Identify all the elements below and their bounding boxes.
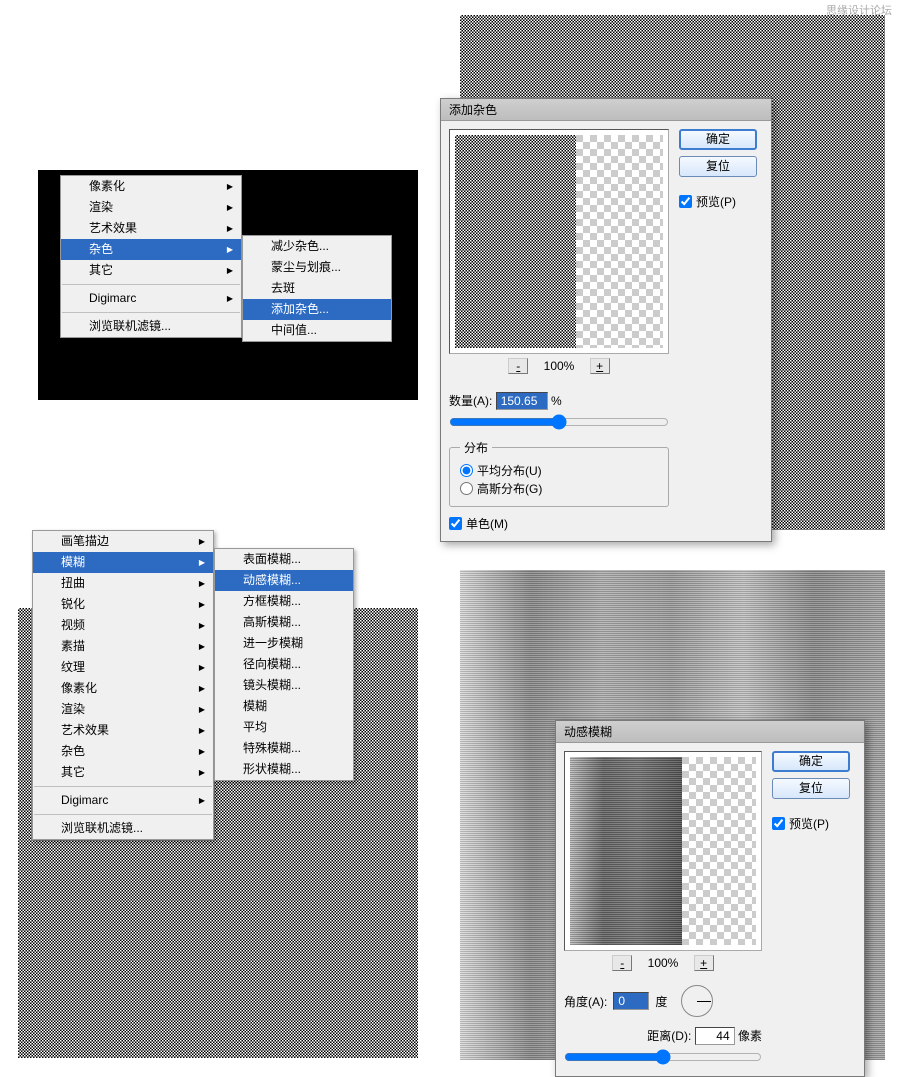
preview-box [449, 129, 669, 354]
menu-item[interactable]: 锐化 [33, 594, 213, 615]
menu-item-blur[interactable]: 模糊 [33, 552, 213, 573]
submenu-item[interactable]: 形状模糊... [215, 759, 353, 780]
submenu-item[interactable]: 减少杂色... [243, 236, 391, 257]
preview-checkbox[interactable]: 预览(P) [772, 815, 829, 832]
amount-input[interactable]: 150.65 [496, 392, 548, 410]
menu-separator [34, 786, 212, 787]
menu-item[interactable]: 画笔描边 [33, 531, 213, 552]
submenu-item[interactable]: 进一步模糊 [215, 633, 353, 654]
distance-input[interactable]: 44 [695, 1027, 735, 1045]
submenu-item[interactable]: 蒙尘与划痕... [243, 257, 391, 278]
angle-unit: 度 [655, 993, 667, 1010]
menu-item[interactable]: 艺术效果 [33, 720, 213, 741]
distance-unit: 像素 [738, 1029, 762, 1043]
submenu-item[interactable]: 方框模糊... [215, 591, 353, 612]
mono-checkbox[interactable]: 单色(M) [449, 515, 508, 532]
angle-input[interactable]: 0 [613, 992, 649, 1010]
amount-label: 数量(A): [449, 394, 492, 408]
motion-blur-dialog: 动感模糊 - 100% + 角度(A): 0 度 [555, 720, 865, 1077]
zoom-in-button[interactable]: + [694, 955, 714, 971]
zoom-level: 100% [648, 956, 679, 970]
zoom-out-button[interactable]: - [612, 955, 632, 971]
submenu-item[interactable]: 模糊 [215, 696, 353, 717]
dialog-title: 动感模糊 [556, 721, 864, 743]
menu-item-browse[interactable]: 浏览联机滤镜... [61, 316, 241, 337]
filter-menu-2[interactable]: 画笔描边 模糊 扭曲 锐化 视频 素描 纹理 像素化 渲染 艺术效果 杂色 其它… [32, 530, 214, 840]
dialog-title: 添加杂色 [441, 99, 771, 121]
distance-label: 距离(D): [647, 1029, 691, 1043]
submenu-item-motion-blur[interactable]: 动感模糊... [215, 570, 353, 591]
amount-slider[interactable] [449, 414, 669, 430]
amount-unit: % [551, 394, 562, 408]
menu-item[interactable]: 扭曲 [33, 573, 213, 594]
menu-item[interactable]: 素描 [33, 636, 213, 657]
reset-button[interactable]: 复位 [679, 156, 757, 177]
menu-item[interactable]: 视频 [33, 615, 213, 636]
zoom-out-button[interactable]: - [508, 358, 528, 374]
distance-slider[interactable] [564, 1049, 762, 1065]
submenu-item-add-noise[interactable]: 添加杂色... [243, 299, 391, 320]
filter-menu-1[interactable]: 像素化 渲染 艺术效果 杂色 其它 Digimarc 浏览联机滤镜... [60, 175, 242, 338]
blur-submenu[interactable]: 表面模糊... 动感模糊... 方框模糊... 高斯模糊... 进一步模糊 径向… [214, 548, 354, 781]
submenu-item[interactable]: 高斯模糊... [215, 612, 353, 633]
menu-item[interactable]: 渲染 [33, 699, 213, 720]
submenu-item[interactable]: 去斑 [243, 278, 391, 299]
angle-label: 角度(A): [564, 993, 607, 1010]
submenu-item[interactable]: 镜头模糊... [215, 675, 353, 696]
menu-item-digimarc[interactable]: Digimarc [61, 288, 241, 309]
menu-item[interactable]: 像素化 [61, 176, 241, 197]
angle-dial-icon[interactable] [681, 985, 713, 1017]
reset-button[interactable]: 复位 [772, 778, 850, 799]
menu-item[interactable]: 纹理 [33, 657, 213, 678]
preview-box [564, 751, 762, 951]
menu-item[interactable]: 其它 [61, 260, 241, 281]
uniform-radio[interactable]: 平均分布(U) [460, 462, 542, 479]
preview-checkbox[interactable]: 预览(P) [679, 193, 736, 210]
menu-item[interactable]: 艺术效果 [61, 218, 241, 239]
submenu-item[interactable]: 中间值... [243, 320, 391, 341]
menu-item[interactable]: 杂色 [33, 741, 213, 762]
menu-item-browse[interactable]: 浏览联机滤镜... [33, 818, 213, 839]
noise-submenu[interactable]: 减少杂色... 蒙尘与划痕... 去斑 添加杂色... 中间值... [242, 235, 392, 342]
ok-button[interactable]: 确定 [772, 751, 850, 772]
gaussian-radio[interactable]: 高斯分布(G) [460, 480, 542, 497]
menu-separator [62, 284, 240, 285]
menu-separator [34, 814, 212, 815]
distribution-group: 分布 平均分布(U) 高斯分布(G) [449, 439, 669, 507]
menu-item-noise[interactable]: 杂色 [61, 239, 241, 260]
submenu-item[interactable]: 表面模糊... [215, 549, 353, 570]
submenu-item[interactable]: 径向模糊... [215, 654, 353, 675]
menu-separator [62, 312, 240, 313]
submenu-item[interactable]: 特殊模糊... [215, 738, 353, 759]
menu-item[interactable]: 其它 [33, 762, 213, 783]
zoom-level: 100% [544, 359, 575, 373]
zoom-in-button[interactable]: + [590, 358, 610, 374]
submenu-item[interactable]: 平均 [215, 717, 353, 738]
ok-button[interactable]: 确定 [679, 129, 757, 150]
distribution-legend: 分布 [460, 439, 492, 456]
menu-item-digimarc[interactable]: Digimarc [33, 790, 213, 811]
add-noise-dialog: 添加杂色 - 100% + 数量(A): 150.65 % 分布 平均分布(U)… [440, 98, 772, 542]
menu-item[interactable]: 像素化 [33, 678, 213, 699]
menu-item[interactable]: 渲染 [61, 197, 241, 218]
